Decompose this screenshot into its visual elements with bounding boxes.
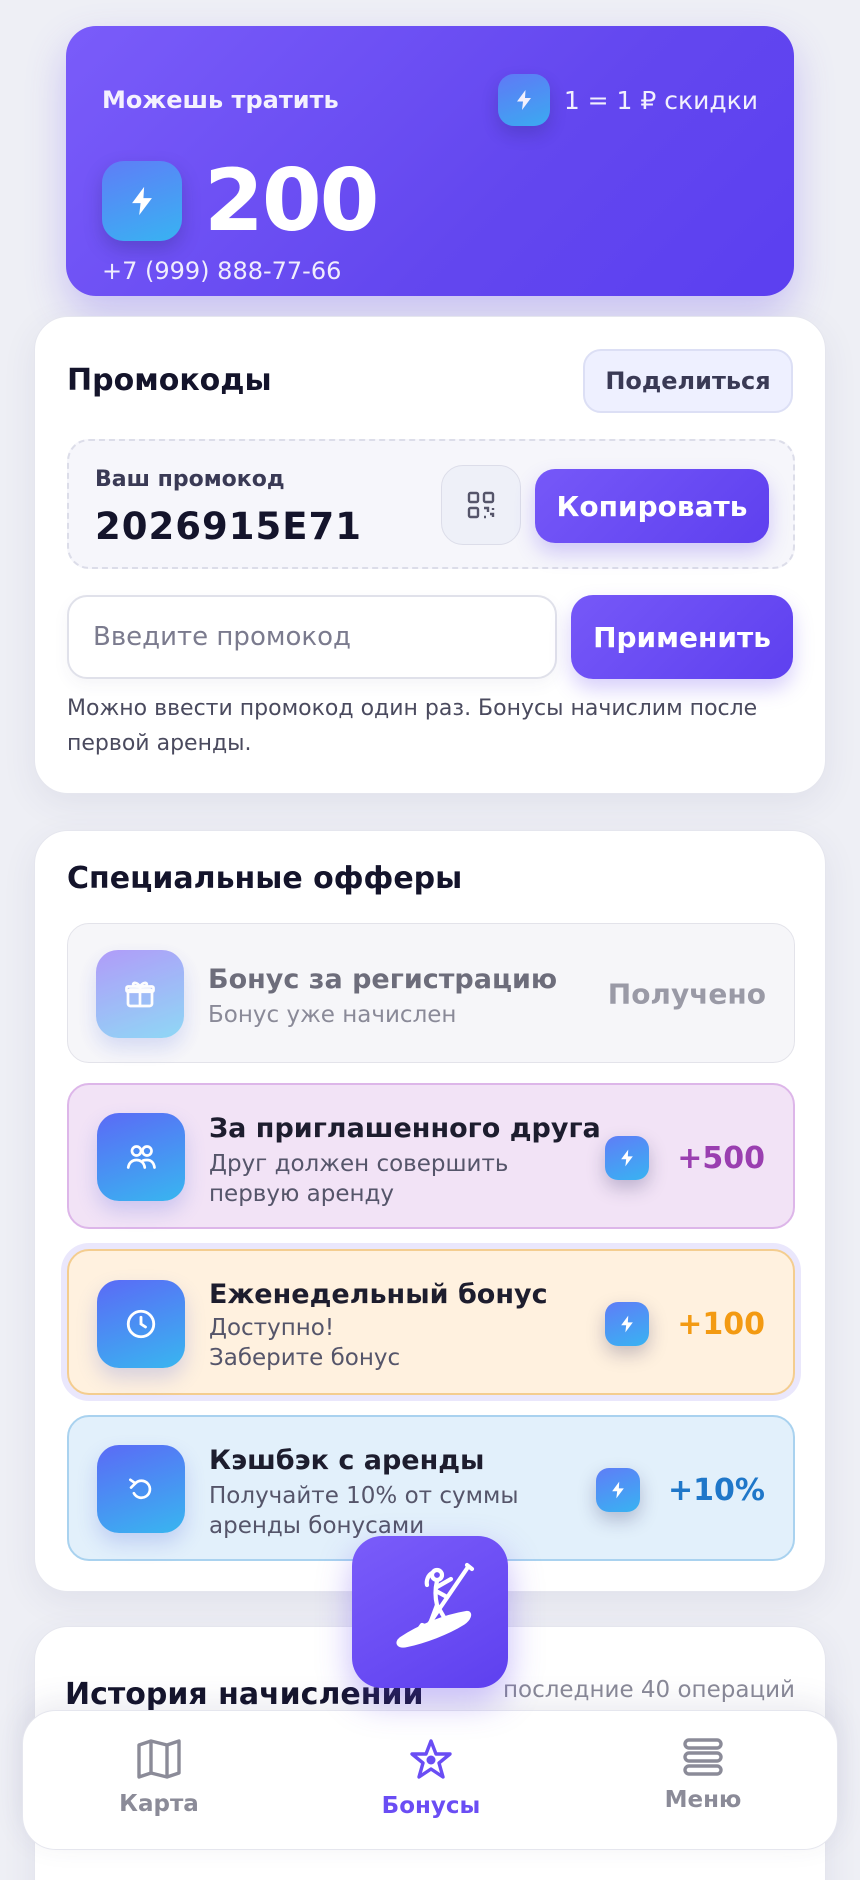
nav-label: Бонусы — [381, 1793, 481, 1819]
offer-title: Кэшбэк с аренды — [209, 1445, 485, 1476]
offer-subtitle: Бонус уже начислен — [208, 1002, 457, 1028]
balance-amount-row: 200 — [102, 151, 380, 251]
offer-reward-value: +500 — [677, 1140, 765, 1176]
offers-title: Специальные офферы — [67, 861, 463, 896]
share-button[interactable]: Поделиться — [583, 349, 793, 413]
star-icon — [410, 1739, 452, 1779]
offer-subtitle: Доступно! Заберите бонус — [209, 1315, 401, 1371]
offer-title: За приглашенного друга — [209, 1113, 601, 1144]
users-icon — [97, 1113, 185, 1201]
gift-icon — [96, 950, 184, 1038]
offer-reward: +500 — [605, 1136, 765, 1180]
offer-invite-friend[interactable]: За приглашенного друга Друг должен совер… — [67, 1083, 795, 1229]
offer-subtitle: Друг должен совершить первую аренду — [209, 1151, 509, 1207]
nav-label: Карта — [119, 1791, 199, 1817]
menu-icon — [683, 1738, 723, 1776]
rate-text: 1 = 1 ₽ скидки — [563, 85, 758, 115]
clock-icon — [97, 1280, 185, 1368]
bolt-icon — [605, 1302, 650, 1346]
bonuses-screen: Можешь тратить 1 = 1 ₽ скидки 200 +7 (99… — [0, 0, 860, 1880]
promo-hint: Можно ввести промокод один раз. Бонусы н… — [67, 696, 758, 756]
promo-input[interactable] — [67, 595, 557, 679]
offer-title: Еженедельный бонус — [209, 1279, 548, 1310]
offer-weekly-bonus[interactable]: Еженедельный бонус Доступно! Заберите бо… — [67, 1249, 795, 1395]
apply-button[interactable]: Применить — [571, 595, 793, 679]
rotate-ccw-icon — [97, 1445, 185, 1533]
map-icon — [137, 1739, 181, 1779]
qr-icon — [467, 491, 495, 519]
center-fab-button[interactable] — [352, 1536, 508, 1688]
offer-registration-bonus[interactable]: Бонус за регистрацию Бонус уже начислен … — [67, 923, 795, 1063]
promo-code-caption: Ваш промокод — [95, 467, 285, 492]
bolt-icon — [102, 161, 182, 241]
nav-item-bonuses[interactable]: Бонусы — [331, 1737, 531, 1819]
phone-number: +7 (999) 888-77-66 — [102, 257, 342, 285]
nav-item-menu[interactable]: Меню — [603, 1737, 803, 1813]
bolt-icon — [497, 74, 550, 126]
balance-card: Можешь тратить 1 = 1 ₽ скидки 200 +7 (99… — [66, 26, 794, 296]
promo-code-value: 2026915E71 — [95, 505, 362, 548]
qr-code-button[interactable] — [441, 465, 521, 545]
offer-status: Получено — [607, 977, 766, 1011]
nav-label: Меню — [664, 1787, 742, 1813]
history-subtitle: последние 40 операций — [502, 1677, 795, 1703]
offer-title: Бонус за регистрацию — [208, 964, 558, 995]
offer-reward: +10% — [596, 1468, 765, 1512]
nav-item-map[interactable]: Карта — [59, 1737, 259, 1817]
promo-title: Промокоды — [67, 363, 272, 398]
balance-amount: 200 — [204, 151, 380, 251]
offer-reward-value: +10% — [668, 1472, 765, 1508]
bolt-icon — [605, 1136, 650, 1180]
promo-code-box: Ваш промокод 2026915E71 Копировать — [67, 439, 795, 569]
copy-button[interactable]: Копировать — [535, 469, 769, 543]
rate-info: 1 = 1 ₽ скидки — [497, 74, 758, 126]
bottom-nav: Карта Бонусы Меню — [22, 1710, 838, 1850]
paddleboard-icon — [396, 1562, 475, 1648]
special-offers-card: Специальные офферы Бонус за регистрацию … — [34, 830, 826, 1592]
balance-label: Можешь тратить — [102, 86, 339, 114]
offer-reward-value: +100 — [677, 1306, 765, 1342]
offer-reward: +100 — [605, 1302, 765, 1346]
offer-subtitle: Получайте 10% от суммы аренды бонусами — [209, 1483, 519, 1539]
bolt-icon — [596, 1468, 641, 1512]
promo-codes-card: Промокоды Поделиться Ваш промокод 202691… — [34, 316, 826, 794]
